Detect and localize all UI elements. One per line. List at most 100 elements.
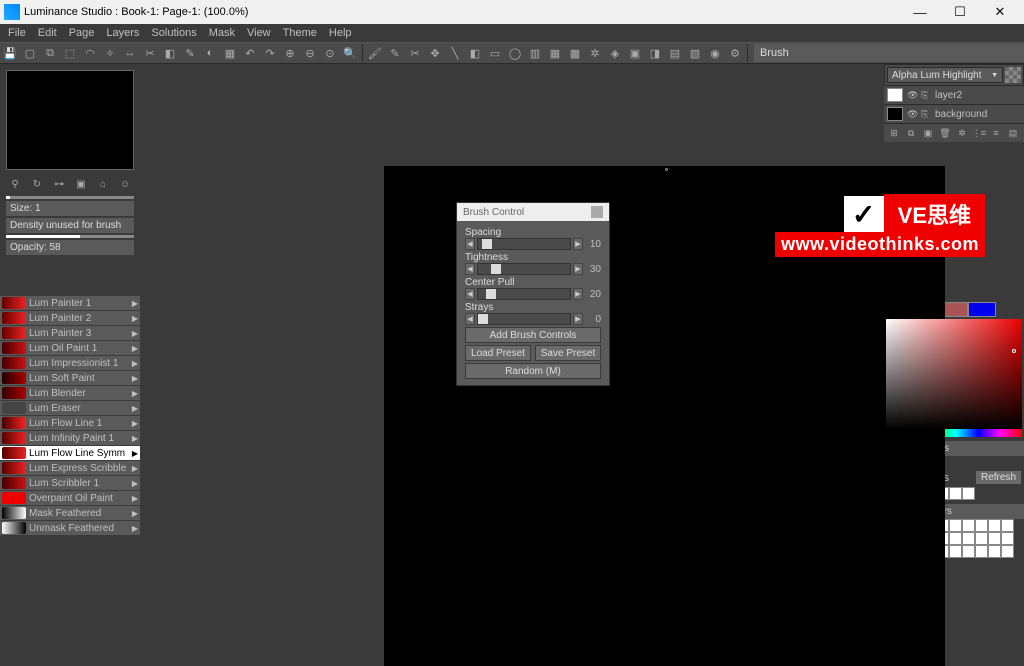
custom-color-swatch[interactable] bbox=[949, 532, 962, 545]
hue-segment[interactable] bbox=[1000, 429, 1022, 437]
fx-icon[interactable]: ◈ bbox=[606, 44, 624, 62]
brush-preset-item[interactable]: Lum Flow Line Symm▶ bbox=[0, 446, 140, 461]
custom-color-swatch[interactable] bbox=[988, 532, 1001, 545]
slider-decrement-icon[interactable]: ◀ bbox=[465, 313, 475, 325]
save-preset-button[interactable]: Save Preset bbox=[535, 345, 601, 361]
slider-track[interactable] bbox=[477, 288, 571, 300]
brush-preset-item[interactable]: Lum Impressionist 1▶ bbox=[0, 356, 140, 371]
add-layer-icon[interactable]: ⊞ bbox=[888, 127, 900, 139]
redo-icon[interactable]: ↷ bbox=[261, 44, 279, 62]
random-button[interactable]: Random (M) bbox=[465, 363, 601, 379]
load-preset-button[interactable]: Load Preset bbox=[465, 345, 531, 361]
line-icon[interactable]: ╲ bbox=[446, 44, 464, 62]
menu-solutions[interactable]: Solutions bbox=[145, 25, 202, 41]
custom-color-swatch[interactable] bbox=[949, 519, 962, 532]
custom-color-swatch[interactable] bbox=[962, 519, 975, 532]
menu-layers[interactable]: Layers bbox=[100, 25, 145, 41]
slider-decrement-icon[interactable]: ◀ bbox=[465, 288, 475, 300]
custom-color-swatch[interactable] bbox=[962, 545, 975, 558]
blend-mode-dropdown[interactable]: Alpha Lum Highlight ▼ bbox=[887, 67, 1003, 83]
brush-control-panel[interactable]: Brush Control Spacing◀▶10Tightness◀▶30Ce… bbox=[456, 202, 610, 386]
custom-color-swatch[interactable] bbox=[988, 519, 1001, 532]
brush-preset-item[interactable]: Lum Express Scribble▶ bbox=[0, 461, 140, 476]
zoom-out-icon[interactable]: ⊖ bbox=[301, 44, 319, 62]
delete-layer-icon[interactable]: 🗑 bbox=[939, 127, 951, 139]
move-tool-icon[interactable]: ✥ bbox=[426, 44, 444, 62]
refresh-button[interactable]: Refresh bbox=[975, 470, 1022, 485]
canvas[interactable]: ✓ VE思维 www.videothinks.com Brush Control… bbox=[384, 166, 945, 666]
brush-preset-item[interactable]: Lum Painter 1▶ bbox=[0, 296, 140, 311]
layer-opt1-icon[interactable]: ⋮≡ bbox=[973, 127, 985, 139]
custom-color-swatch[interactable] bbox=[1001, 519, 1014, 532]
slider-increment-icon[interactable]: ▶ bbox=[573, 263, 583, 275]
layer-row[interactable]: 👁⎘layer2 bbox=[884, 86, 1024, 105]
brush-preset-item[interactable]: Lum Oil Paint 1▶ bbox=[0, 341, 140, 356]
home-icon[interactable]: ⌂ bbox=[95, 176, 111, 192]
brush-preset-item[interactable]: Lum Painter 3▶ bbox=[0, 326, 140, 341]
menu-file[interactable]: File bbox=[2, 25, 32, 41]
shape3-icon[interactable]: ▩ bbox=[566, 44, 584, 62]
stamp-icon[interactable]: ▧ bbox=[686, 44, 704, 62]
maximize-button[interactable]: ☐ bbox=[940, 0, 980, 24]
person-icon[interactable]: ☺ bbox=[117, 176, 133, 192]
layer-fx-icon[interactable]: ✲ bbox=[956, 127, 968, 139]
ellipse-icon[interactable]: ◯ bbox=[506, 44, 524, 62]
layer-row[interactable]: 👁⎘background bbox=[884, 105, 1024, 124]
fill-icon[interactable]: ◧ bbox=[161, 44, 179, 62]
menu-edit[interactable]: Edit bbox=[32, 25, 63, 41]
zoom-tool-icon[interactable]: ⚲ bbox=[7, 176, 23, 192]
wand-icon[interactable]: ✧ bbox=[101, 44, 119, 62]
slider-track[interactable] bbox=[477, 238, 571, 250]
custom-color-swatch[interactable] bbox=[1001, 545, 1014, 558]
image-color-swatch[interactable] bbox=[962, 487, 975, 500]
slider-track[interactable] bbox=[477, 313, 571, 325]
eyedrop-icon[interactable]: ✎ bbox=[181, 44, 199, 62]
eye-icon[interactable]: 👁 bbox=[907, 90, 917, 100]
brush-icon[interactable]: 🖌 bbox=[366, 44, 384, 62]
crop-icon[interactable]: ✂ bbox=[406, 44, 424, 62]
undo-icon[interactable]: ↶ bbox=[241, 44, 259, 62]
panel-close-icon[interactable] bbox=[591, 206, 603, 218]
zoom-in-icon[interactable]: ⊕ bbox=[281, 44, 299, 62]
brush-preset-item[interactable]: Lum Blender▶ bbox=[0, 386, 140, 401]
slider-thumb[interactable] bbox=[478, 314, 488, 324]
brush-preset-item[interactable]: Overpaint Oil Paint▶ bbox=[0, 491, 140, 506]
canvas-preview[interactable] bbox=[6, 70, 134, 170]
menu-page[interactable]: Page bbox=[63, 25, 101, 41]
brush-preset-item[interactable]: Lum Painter 2▶ bbox=[0, 311, 140, 326]
settings-icon[interactable]: ⚙ bbox=[726, 44, 744, 62]
brush-preset-item[interactable]: Lum Flow Line 1▶ bbox=[0, 416, 140, 431]
hue-segment[interactable] bbox=[956, 429, 978, 437]
eye-icon[interactable]: 👁 bbox=[907, 109, 917, 119]
slider-thumb[interactable] bbox=[482, 239, 492, 249]
lasso-icon[interactable]: ◠ bbox=[81, 44, 99, 62]
menu-view[interactable]: View bbox=[241, 25, 277, 41]
brush-preset-item[interactable]: Lum Scribbler 1▶ bbox=[0, 476, 140, 491]
mask-icon[interactable]: ▣ bbox=[73, 176, 89, 192]
rotation-handle-icon[interactable] bbox=[665, 168, 668, 171]
text-icon[interactable]: ▤ bbox=[666, 44, 684, 62]
refresh-icon[interactable]: ↻ bbox=[29, 176, 45, 192]
custom-color-swatch[interactable] bbox=[975, 519, 988, 532]
brush-preset-item[interactable]: Lum Eraser▶ bbox=[0, 401, 140, 416]
slider-track[interactable] bbox=[477, 263, 571, 275]
color-swatch[interactable] bbox=[968, 302, 996, 317]
minimize-button[interactable]: — bbox=[900, 0, 940, 24]
shape2-icon[interactable]: ▦ bbox=[546, 44, 564, 62]
link-icon[interactable]: ⊶ bbox=[51, 176, 67, 192]
paint-icon[interactable]: ◐ bbox=[201, 44, 219, 62]
slider-decrement-icon[interactable]: ◀ bbox=[465, 263, 475, 275]
picker-icon[interactable]: ✎ bbox=[386, 44, 404, 62]
brush-preset-item[interactable]: Lum Infinity Paint 1▶ bbox=[0, 431, 140, 446]
move-icon[interactable]: ↔ bbox=[121, 44, 139, 62]
smudge-icon[interactable]: ◉ bbox=[706, 44, 724, 62]
slider-thumb[interactable] bbox=[491, 264, 501, 274]
custom-color-swatch[interactable] bbox=[975, 532, 988, 545]
menu-help[interactable]: Help bbox=[323, 25, 358, 41]
custom-color-swatch[interactable] bbox=[975, 545, 988, 558]
custom-color-swatch[interactable] bbox=[1001, 532, 1014, 545]
hue-segment[interactable] bbox=[978, 429, 1000, 437]
brush-preset-item[interactable]: Mask Feathered▶ bbox=[0, 506, 140, 521]
cut-icon[interactable]: ✂ bbox=[141, 44, 159, 62]
color-gradient-picker[interactable] bbox=[886, 319, 1022, 429]
